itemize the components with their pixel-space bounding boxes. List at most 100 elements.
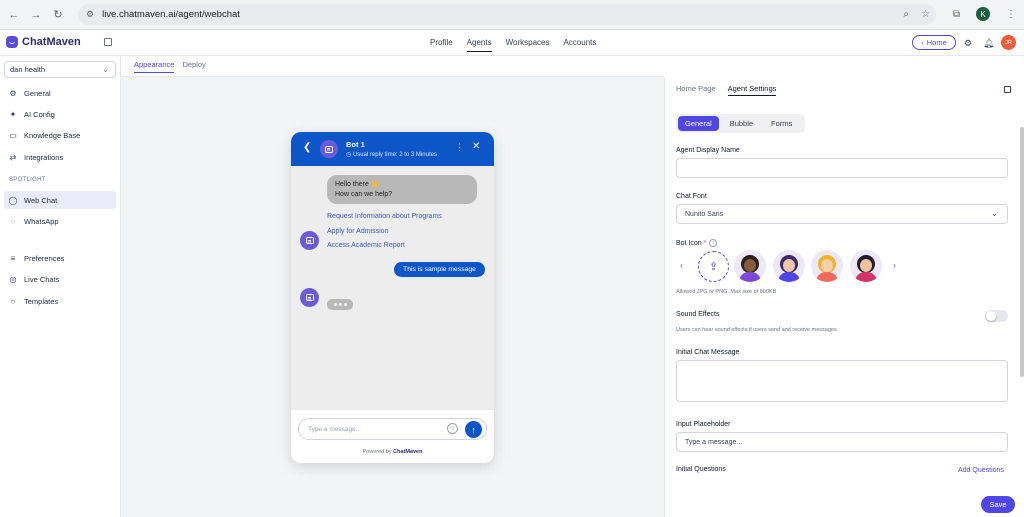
main-subtabs: Appearance Deploy: [134, 60, 206, 73]
sidebar-item-preferences[interactable]: ≡ Preferences: [4, 249, 116, 267]
panel-tabs: Home Page Agent Settings: [676, 84, 777, 96]
browser-menu-icon[interactable]: ⋮: [1006, 9, 1016, 20]
sidebar-collapse-icon[interactable]: [104, 38, 112, 46]
site-info-icon[interactable]: ⚙: [86, 9, 94, 20]
tab-home-page[interactable]: Home Page: [676, 84, 716, 96]
nav-workspaces[interactable]: Workspaces: [506, 38, 550, 52]
chevron-left-icon[interactable]: ‹: [680, 260, 683, 270]
sidebar-item-label: Web Chat: [24, 195, 58, 205]
display-name-label: Agent Display Name: [676, 147, 740, 154]
logo[interactable]: ChatMaven: [6, 36, 81, 48]
emoji-icon[interactable]: ☺: [447, 423, 458, 434]
sidebar-item-web-chat[interactable]: ◯ Web Chat: [4, 191, 116, 209]
bot-chat-icon: [305, 237, 314, 244]
required-marker: *: [703, 239, 707, 247]
sound-effects-toggle[interactable]: [985, 310, 1008, 322]
sidebar-item-live-chats[interactable]: ◎ Live Chats: [4, 270, 116, 288]
bot-avatar-option-3[interactable]: [811, 250, 843, 282]
upload-icon-button[interactable]: ⇪: [698, 251, 729, 282]
bot-icon-label-text: Bot Icon: [676, 239, 702, 247]
sidebar-item-label: Preferences: [24, 253, 65, 263]
powered-brand: ChatMaven: [393, 449, 423, 455]
sidebar-section-label: SPOTLIGHT: [9, 177, 46, 183]
home-button[interactable]: ‹ Home: [912, 35, 956, 50]
bot-icon-label: Bot Icon * i: [676, 239, 718, 247]
greeting-line: How can we help?: [335, 191, 393, 198]
sliders-icon: ≡: [10, 253, 16, 263]
reload-icon[interactable]: ↻: [50, 7, 66, 23]
gear-icon: ⚙: [9, 88, 17, 98]
chevron-left-icon[interactable]: ❮: [303, 142, 311, 153]
nav-agents[interactable]: Agents: [466, 38, 492, 52]
sidebar-item-integrations[interactable]: ⇄ Integrations: [4, 148, 116, 166]
user-avatar[interactable]: JR: [1001, 35, 1016, 50]
bot-chat-icon: [325, 145, 333, 153]
forward-arrow-icon[interactable]: →: [28, 7, 44, 23]
bot-avatar: [320, 140, 338, 158]
add-questions-link[interactable]: Add Questions: [958, 467, 1004, 474]
sidebar-item-whatsapp[interactable]: ◌ WhatsApp: [4, 212, 116, 230]
save-button[interactable]: Save: [981, 496, 1015, 513]
settings-panel: Home Page Agent Settings General Bubble …: [664, 77, 1024, 517]
bot-avatar-option-1[interactable]: [734, 250, 766, 282]
back-arrow-icon[interactable]: ←: [6, 7, 22, 23]
display-name-input[interactable]: [676, 158, 1008, 178]
tab-deploy[interactable]: Deploy: [182, 60, 205, 73]
bot-avatar-option-4[interactable]: [850, 250, 882, 282]
widget-message-input[interactable]: Type a message...: [298, 418, 487, 440]
widget-messages: Hello there 👋 How can we help? Request I…: [291, 166, 494, 410]
template-icon: ○: [10, 296, 16, 306]
sidebar-item-knowledge-base[interactable]: ▭ Knowledge Base: [4, 126, 116, 144]
segment-general[interactable]: General: [678, 116, 719, 131]
sidebar-item-general[interactable]: ⚙ General: [4, 84, 116, 102]
panel-expand-icon[interactable]: [1004, 86, 1011, 93]
close-icon[interactable]: ✕: [472, 141, 480, 152]
bot-greeting-bubble: Hello there 👋 How can we help?: [327, 175, 477, 204]
chevron-right-icon[interactable]: ›: [893, 260, 896, 270]
sidebar-item-templates[interactable]: ○ Templates: [4, 292, 116, 310]
sidebar-item-label: Live Chats: [24, 274, 60, 284]
top-nav: Profile Agents Workspaces Accounts: [430, 38, 596, 52]
widget-reply-time: ◷ Usual reply time: 2 to 3 Minutes: [346, 152, 437, 158]
sparkle-icon: ✦: [9, 109, 17, 119]
chat-font-select[interactable]: Nunito Sans: [676, 204, 1008, 224]
sidebar-item-label: WhatsApp: [24, 216, 59, 226]
bookmark-star-icon[interactable]: ☆: [921, 9, 930, 20]
user-message-bubble: This is sample message: [394, 262, 485, 277]
workspace-select[interactable]: dan health ⌄: [4, 61, 116, 78]
bot-avatar-option-2[interactable]: [773, 250, 805, 282]
chevron-down-icon: ⌄: [991, 209, 998, 218]
chevron-left-icon: ‹: [921, 38, 924, 47]
settings-gear-icon[interactable]: ⚙: [964, 38, 972, 49]
send-button[interactable]: ↑: [465, 421, 482, 438]
quick-reply-admission[interactable]: Apply for Admission: [327, 228, 388, 235]
initial-message-textarea[interactable]: [676, 360, 1008, 402]
more-vertical-icon[interactable]: ⋮: [455, 142, 464, 153]
segment-forms[interactable]: Forms: [764, 116, 799, 131]
nav-profile[interactable]: Profile: [430, 38, 453, 52]
zoom-icon[interactable]: ⌕: [903, 9, 909, 20]
segment-bubble[interactable]: Bubble: [723, 116, 760, 131]
browser-profile-avatar[interactable]: K: [976, 7, 990, 21]
chat-font-value: Nunito Sans: [685, 210, 724, 218]
info-icon[interactable]: i: [709, 239, 718, 247]
logo-text: ChatMaven: [22, 36, 81, 48]
sidebar-item-ai-config[interactable]: ✦ AI Config: [4, 105, 116, 123]
notification-bell-icon[interactable]: 🔔︎: [983, 38, 994, 49]
address-bar[interactable]: ⚙ live.chatmaven.ai/agent/webchat ⌕ ☆: [78, 4, 936, 25]
greeting-line: Hello there 👋: [335, 181, 380, 188]
input-placeholder-field[interactable]: Type a message...: [676, 432, 1008, 452]
quick-reply-report[interactable]: Access Academic Report: [327, 242, 405, 249]
tab-appearance[interactable]: Appearance: [134, 60, 175, 73]
sync-icon: ⇄: [9, 152, 17, 162]
chat-bubble-icon: ◎: [9, 274, 17, 284]
quick-reply-programs[interactable]: Request Information about Programs: [327, 213, 442, 220]
chat-widget-preview: ❮ Bot 1 ◷ Usual reply time: 2 to 3 Minut…: [291, 132, 494, 463]
upload-cloud-icon: ⇪: [708, 261, 719, 273]
extensions-icon[interactable]: ⧉: [953, 9, 960, 20]
powered-prefix: Powered by: [362, 449, 392, 455]
nav-accounts[interactable]: Accounts: [563, 38, 596, 52]
tab-agent-settings[interactable]: Agent Settings: [727, 84, 777, 96]
panel-scrollbar[interactable]: [1020, 127, 1024, 377]
input-placeholder-label: Input Placeholder: [676, 421, 731, 428]
